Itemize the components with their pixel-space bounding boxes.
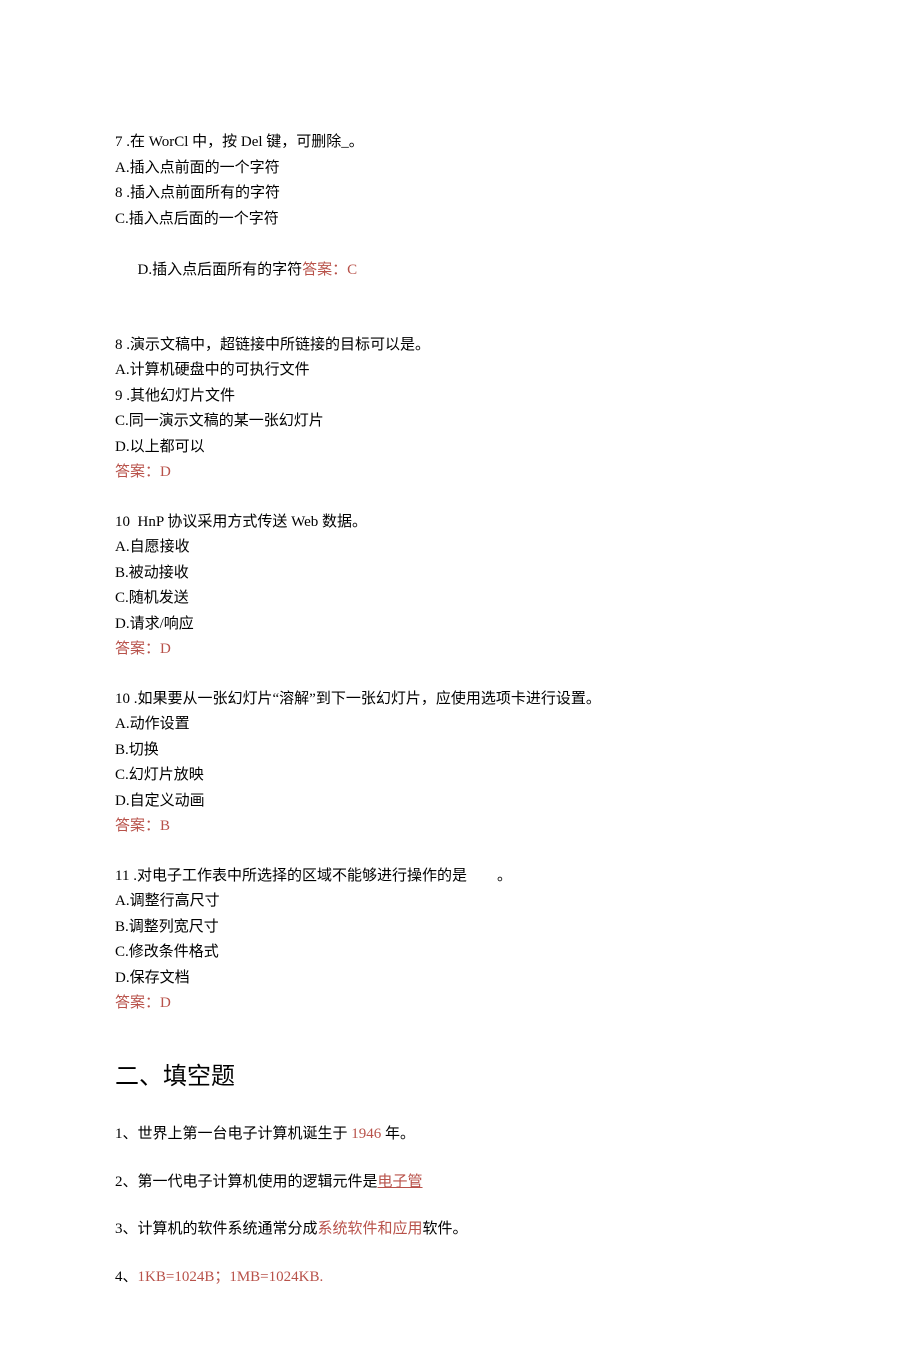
option-a: A.调整行高尺寸	[115, 889, 805, 915]
option-d: D.保存文档	[115, 966, 805, 992]
question-7: 7 .在 WorCl 中，按 Del 键，可删除_。 A.插入点前面的一个字符 …	[115, 130, 805, 309]
fill-question-2: 2、第一代电子计算机使用的逻辑元件是电子管	[115, 1170, 805, 1196]
fill-prefix: 4、	[115, 1269, 138, 1285]
option-d-with-answer: D.插入点后面所有的字符答案：C	[115, 232, 805, 309]
fill-prefix: 2、第一代电子计算机使用的逻辑元件是	[115, 1174, 378, 1190]
option-a: A.计算机硬盘中的可执行文件	[115, 358, 805, 384]
option-b: B.调整列宽尺寸	[115, 915, 805, 941]
question-stem: 7 .在 WorCl 中，按 Del 键，可删除_。	[115, 130, 805, 156]
fill-answer: 1KB=1024B；1MB=1024KB.	[138, 1269, 324, 1285]
fill-question-1: 1、世界上第一台电子计算机诞生于 1946 年。	[115, 1122, 805, 1148]
option-a: A.自愿接收	[115, 535, 805, 561]
option-b: 9 .其他幻灯片文件	[115, 384, 805, 410]
option-d: D.自定义动画	[115, 789, 805, 815]
option-a: A.动作设置	[115, 712, 805, 738]
answer-text: 答案：D	[115, 460, 805, 486]
option-c: C.幻灯片放映	[115, 763, 805, 789]
question-9: 10 HnP 协议采用方式传送 Web 数据。 A.自愿接收 B.被动接收 C.…	[115, 510, 805, 663]
option-c: C.同一演示文稿的某一张幻灯片	[115, 409, 805, 435]
option-a: A.插入点前面的一个字符	[115, 156, 805, 182]
fill-question-4: 4、1KB=1024B；1MB=1024KB.	[115, 1265, 805, 1291]
question-11: 11 .对电子工作表中所选择的区域不能够进行操作的是 。 A.调整行高尺寸 B.…	[115, 864, 805, 1017]
question-stem: 10 HnP 协议采用方式传送 Web 数据。	[115, 510, 805, 536]
option-c: C.修改条件格式	[115, 940, 805, 966]
option-b: B.切换	[115, 738, 805, 764]
fill-suffix: 软件。	[423, 1221, 468, 1237]
option-d: D.以上都可以	[115, 435, 805, 461]
question-stem: 11 .对电子工作表中所选择的区域不能够进行操作的是 。	[115, 864, 805, 890]
option-b: 8 .插入点前面所有的字符	[115, 181, 805, 207]
option-c: C.插入点后面的一个字符	[115, 207, 805, 233]
question-stem: 8 .演示文稿中，超链接中所链接的目标可以是。	[115, 333, 805, 359]
fill-answer: 电子管	[378, 1174, 423, 1190]
question-10: 10 .如果要从一张幻灯片“溶解”到下一张幻灯片，应使用选项卡进行设置。 A.动…	[115, 687, 805, 840]
fill-suffix: 年。	[381, 1126, 415, 1142]
option-c: C.随机发送	[115, 586, 805, 612]
fill-prefix: 3、计算机的软件系统通常分成	[115, 1221, 318, 1237]
fill-prefix: 1、世界上第一台电子计算机诞生于	[115, 1126, 351, 1142]
fill-answer: 系统软件和应用	[318, 1221, 423, 1237]
answer-text: 答案：D	[115, 637, 805, 663]
section-2-title: 二、填空题	[115, 1057, 805, 1098]
question-8: 8 .演示文稿中，超链接中所链接的目标可以是。 A.计算机硬盘中的可执行文件 9…	[115, 333, 805, 486]
answer-text: 答案：D	[115, 991, 805, 1017]
option-d-text: D.插入点后面所有的字符	[138, 262, 303, 278]
fill-question-3: 3、计算机的软件系统通常分成系统软件和应用软件。	[115, 1217, 805, 1243]
option-b: B.被动接收	[115, 561, 805, 587]
fill-answer: 1946	[351, 1126, 381, 1142]
question-stem: 10 .如果要从一张幻灯片“溶解”到下一张幻灯片，应使用选项卡进行设置。	[115, 687, 805, 713]
answer-text: 答案：C	[302, 262, 357, 278]
option-d: D.请求/响应	[115, 612, 805, 638]
answer-text: 答案：B	[115, 814, 805, 840]
